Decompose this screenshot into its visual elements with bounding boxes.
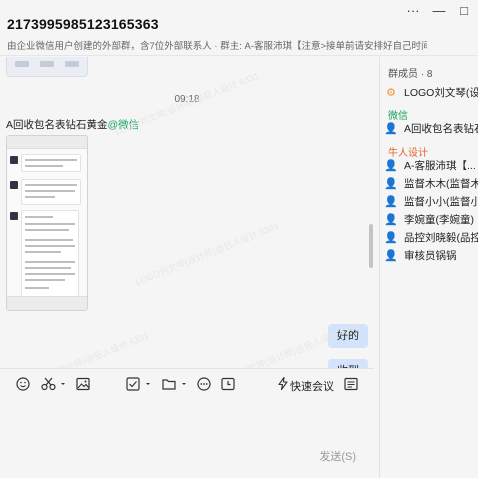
message-timestamp: 09:18 bbox=[174, 94, 200, 105]
user-icon: 👤 bbox=[384, 160, 398, 172]
member-name: 审核员锅锅 bbox=[404, 250, 457, 262]
member-name: 李婉童(李婉童) bbox=[404, 214, 474, 226]
screenshot-image-message[interactable] bbox=[6, 135, 88, 311]
minimize-button[interactable]: — bbox=[430, 2, 448, 20]
chat-window: 2173995985123165363 由企业微信用户创建的外部群，含7位外部联… bbox=[0, 0, 478, 478]
member-name: 品控刘晓毅(品控刘晓毅) bbox=[404, 232, 478, 244]
member-item[interactable]: 👤 李婉童(李婉童) bbox=[384, 211, 478, 229]
thumb-tab bbox=[65, 61, 79, 67]
thumb-avatar bbox=[10, 181, 18, 189]
watermark: LOGO刘文琴(设计师)@狂人设计 6331 bbox=[133, 220, 281, 288]
watermark: LOGO刘文琴(设计师)@狂人设计 6331 bbox=[3, 330, 151, 368]
user-icon: 👤 bbox=[384, 250, 398, 262]
quick-meeting-button[interactable]: 快速会议 bbox=[278, 376, 334, 396]
members-title: 群成员 · 8 bbox=[388, 69, 433, 80]
sender-name: A回收包名表钻石黄金@微信 bbox=[6, 117, 139, 132]
thumb-avatar bbox=[10, 156, 18, 164]
member-item[interactable]: 👤A-客服沛琪【...群主 bbox=[384, 157, 478, 175]
message-scrollbar[interactable] bbox=[369, 224, 373, 268]
quick-meeting-label: 快速会议 bbox=[290, 381, 334, 393]
message-bubble-self[interactable]: 好的 bbox=[328, 324, 368, 348]
emoji-icon[interactable] bbox=[14, 377, 32, 395]
image-icon[interactable] bbox=[74, 377, 92, 395]
user-icon: 👤 bbox=[384, 123, 398, 135]
maximize-button[interactable]: □ bbox=[455, 2, 473, 20]
send-button[interactable]: 发送(S) bbox=[319, 448, 356, 464]
chat-title: 2173995985123165363 bbox=[7, 16, 159, 32]
thumb-tab bbox=[15, 61, 29, 67]
chat-history-icon[interactable] bbox=[342, 377, 360, 395]
user-icon: 👤 bbox=[384, 232, 398, 244]
sender-display-name: A回收包名表钻石黄金 bbox=[6, 119, 108, 131]
member-name: 监督小小(监督小小) bbox=[404, 196, 478, 208]
member-name: A-客服沛琪【... bbox=[404, 160, 476, 172]
message-editor[interactable]: 快速会议 发送(S) bbox=[0, 368, 374, 478]
member-item[interactable]: ⚙ LOGO刘文琴(设计师) bbox=[384, 84, 478, 102]
member-item[interactable]: 👤 品控刘晓毅(品控刘晓毅) bbox=[384, 229, 478, 247]
previous-image-message[interactable] bbox=[6, 57, 88, 77]
member-sidebar: 群成员 · 8 ⚙LOGO刘文琴(设计师) 微信 👤A回收包名表钻石黄金 牛人设… bbox=[379, 57, 478, 478]
more-tools-icon[interactable] bbox=[195, 377, 213, 395]
chat-header: 2173995985123165363 由企业微信用户创建的外部群，含7位外部联… bbox=[0, 0, 478, 56]
message-list[interactable]: 09:18 A回收包名表钻石黄金@微信 好的 LOGO刘文琴(设计师)@狂人设计… bbox=[0, 57, 374, 368]
checklist-icon[interactable] bbox=[125, 377, 153, 395]
chat-subtitle: 由企业微信用户创建的外部群，含7位外部联系人 · 群主: A-客服沛琪【注意>接… bbox=[7, 41, 427, 52]
thumb-input-bar bbox=[7, 296, 87, 310]
member-name: 监督木木(监督木木) bbox=[404, 178, 478, 190]
lightning-icon bbox=[278, 376, 290, 396]
more-options-button[interactable]: ··· bbox=[404, 2, 422, 20]
user-icon: 👤 bbox=[384, 196, 398, 208]
message-bubble-self[interactable]: 收到 bbox=[328, 359, 368, 368]
thumb-bubble bbox=[21, 154, 81, 172]
wechat-suffix: @微信 bbox=[107, 119, 140, 131]
member-item[interactable]: 👤 监督木木(监督木木) bbox=[384, 175, 478, 193]
clock-reminder-icon[interactable] bbox=[219, 377, 237, 395]
user-icon: ⚙ bbox=[386, 87, 396, 99]
thumb-header bbox=[7, 136, 87, 149]
user-icon: 👤 bbox=[384, 178, 398, 190]
thumb-avatar bbox=[10, 212, 18, 220]
member-item[interactable]: 👤 A回收包名表钻石黄金 bbox=[384, 120, 478, 138]
member-item[interactable]: 👤 审核员锅锅 bbox=[384, 247, 478, 265]
thumb-tab bbox=[40, 61, 54, 67]
member-name: LOGO刘文琴(设计师) bbox=[404, 87, 478, 99]
folder-icon[interactable] bbox=[161, 377, 189, 395]
user-icon: 👤 bbox=[384, 214, 398, 226]
screenshot-scissors-icon[interactable] bbox=[40, 377, 68, 395]
member-name: A回收包名表钻石黄金 bbox=[404, 123, 478, 135]
thumb-bubble bbox=[21, 210, 79, 298]
member-item[interactable]: 👤 监督小小(监督小小) bbox=[384, 193, 478, 211]
thumb-bubble bbox=[21, 179, 81, 205]
